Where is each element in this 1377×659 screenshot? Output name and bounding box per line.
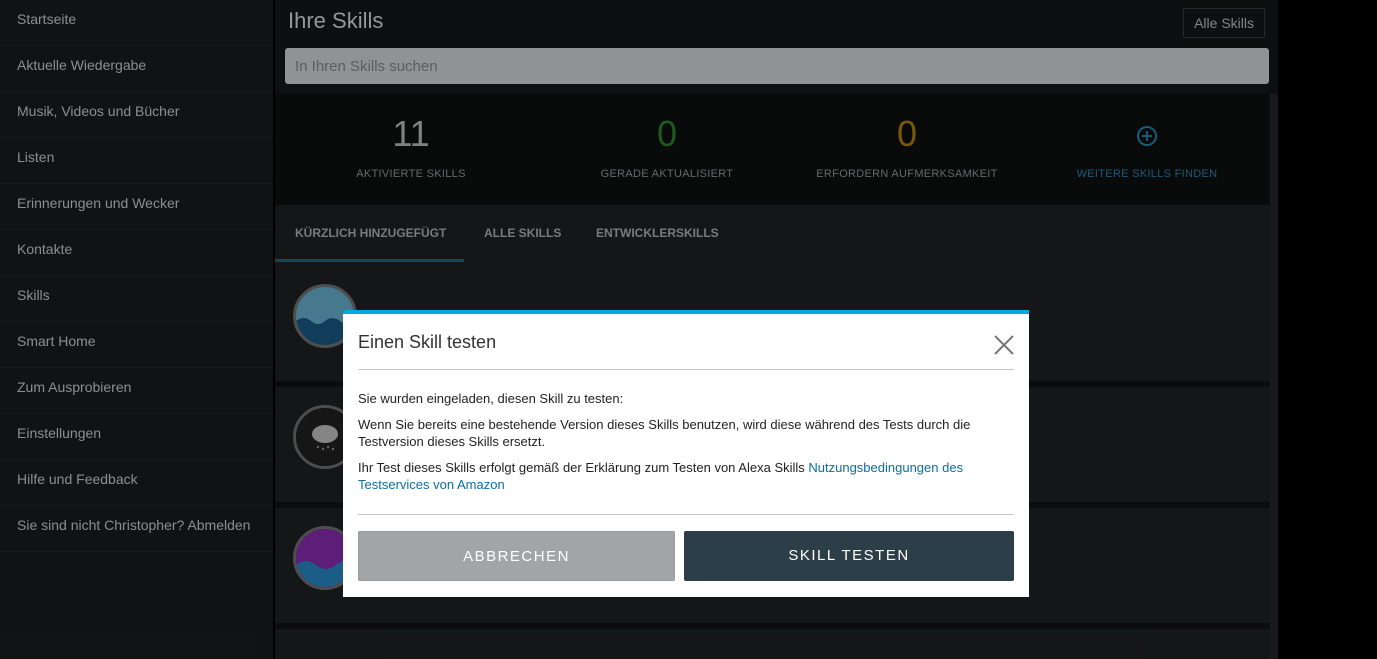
test-skill-dialog: Einen Skill testen Sie wurden eingeladen…	[343, 310, 1029, 597]
close-icon[interactable]	[993, 334, 1015, 356]
dialog-title: Einen Skill testen	[358, 332, 497, 352]
terms-text-prefix: Ihr Test dieses Skills erfolgt gemäß der…	[358, 460, 809, 475]
replace-text: Wenn Sie bereits eine bestehende Version…	[358, 417, 971, 449]
terms-text: Ihr Test dieses Skills erfolgt gemäß der…	[358, 459, 978, 493]
dialog-divider-bottom	[358, 514, 1014, 515]
test-skill-button[interactable]: SKILL TESTEN	[684, 531, 1014, 581]
invite-text: Sie wurden eingeladen, diesen Skill zu t…	[358, 391, 624, 406]
dialog-divider-top	[358, 369, 1014, 370]
cancel-button[interactable]: ABBRECHEN	[358, 531, 675, 581]
